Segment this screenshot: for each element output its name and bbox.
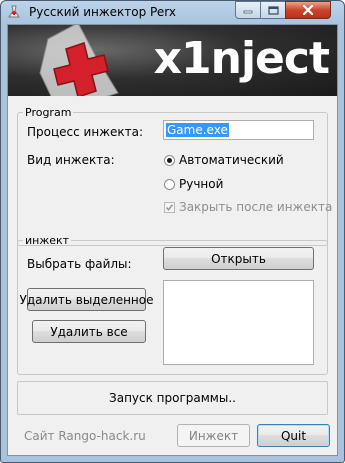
close-icon [302, 5, 314, 15]
open-button[interactable]: Открыть [163, 247, 314, 270]
status-text: Запуск программы.. [109, 391, 236, 405]
radio-manual-label[interactable]: Ручной [179, 177, 223, 191]
banner: x1nject [8, 25, 337, 96]
inject-button[interactable]: Инжект [177, 424, 250, 447]
maximize-icon [267, 5, 279, 15]
radio-automatic-label[interactable]: Автоматический [179, 153, 284, 167]
minimize-icon [243, 10, 253, 14]
files-listbox[interactable] [163, 280, 314, 365]
flask-cross-logo [39, 25, 119, 96]
app-icon [8, 5, 20, 18]
process-label: Процесс инжекта: [27, 125, 144, 139]
radio-automatic[interactable] [164, 155, 175, 166]
radio-manual[interactable] [164, 179, 175, 190]
choose-files-label: Выбрать файлы: [27, 257, 132, 271]
program-group-legend: Program [25, 106, 72, 119]
delete-all-button[interactable]: Удалить все [32, 320, 146, 343]
close-button[interactable] [285, 1, 331, 19]
status-panel: Запуск программы.. [17, 381, 328, 415]
process-input[interactable]: Game.exe [163, 120, 314, 140]
close-after-label: Закрыть после инжекта [179, 200, 333, 214]
client-area: x1nject Program Процесс инжекта: Game.ex… [7, 24, 338, 456]
quit-button[interactable]: Quit [257, 424, 330, 447]
banner-title: x1nject [153, 33, 330, 84]
inject-group-legend: инжект [25, 234, 70, 247]
maximize-button[interactable] [260, 1, 286, 19]
site-link[interactable]: Сайт Rango-hack.ru [24, 429, 146, 443]
process-input-value: Game.exe [166, 123, 229, 137]
inject-type-label: Вид инжекта: [27, 153, 115, 167]
close-after-checkbox[interactable] [164, 202, 175, 213]
app-window: Русский инжектор Perx x1nject Program Пр… [0, 0, 345, 463]
delete-selected-button[interactable]: Удалить выделенное [20, 288, 154, 311]
checkmark-icon [165, 204, 174, 212]
window-title: Русский инжектор Perx [29, 5, 176, 19]
minimize-button[interactable] [235, 1, 261, 19]
title-bar[interactable]: Русский инжектор Perx [1, 1, 344, 23]
